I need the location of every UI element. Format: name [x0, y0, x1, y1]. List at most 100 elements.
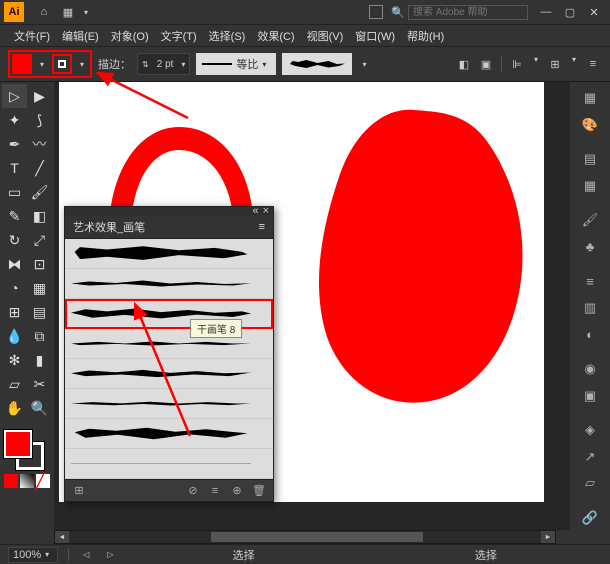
asset-export-panel-icon[interactable]: ↗ — [575, 444, 605, 469]
brushes-panel[interactable]: «× 艺术效果_画笔 ≡ 干画笔 8 ⊞ ⊘ ≡ ⊕ 🗑 — [64, 206, 274, 502]
opacity-icon[interactable]: ◧ — [455, 55, 473, 73]
brush-item[interactable] — [65, 359, 273, 389]
gradient-mode-icon[interactable] — [20, 474, 34, 488]
fill-swatch[interactable] — [12, 54, 32, 74]
rectangle-tool[interactable]: ▭ — [2, 180, 27, 204]
brush-item[interactable] — [65, 449, 273, 479]
stroke-label[interactable]: 描边： — [98, 56, 131, 72]
horizontal-scrollbar[interactable]: ◄ ► — [54, 530, 556, 544]
curvature-tool[interactable]: 〰 — [27, 132, 52, 156]
artboard-nav-next[interactable]: ▷ — [103, 550, 117, 559]
none-mode-icon[interactable]: ╱ — [36, 474, 50, 488]
style-icon[interactable]: ▣ — [477, 55, 495, 73]
stroke-profile-select[interactable]: 等比 ▾ — [196, 53, 276, 75]
stroke-width-input[interactable]: ⇅ 2 pt ▾ — [137, 53, 190, 75]
brush-item[interactable] — [65, 239, 273, 269]
panel-menu-icon[interactable]: ≡ — [259, 221, 265, 233]
chevron-down-icon[interactable]: ▾ — [80, 8, 92, 17]
menu-select[interactable]: 选择(S) — [203, 26, 252, 46]
properties-panel-icon[interactable]: ▦ — [575, 86, 605, 111]
brushes-panel-icon[interactable]: 🖌 — [575, 208, 605, 233]
library-panel-icon[interactable]: ▤ — [575, 147, 605, 172]
align-icon[interactable]: ⊫ — [508, 55, 526, 73]
mesh-tool[interactable]: ⊞ — [2, 300, 27, 324]
menu-edit[interactable]: 编辑(E) — [56, 26, 105, 46]
selection-tool[interactable]: ▷ — [2, 84, 27, 108]
maximize-button[interactable]: ▢ — [558, 2, 582, 22]
width-tool[interactable]: ⧓ — [2, 252, 27, 276]
artwork-blob[interactable] — [299, 102, 529, 412]
menu-help[interactable]: 帮助(H) — [401, 26, 450, 46]
brush-item[interactable] — [65, 389, 273, 419]
gradient-panel-icon[interactable]: ▥ — [575, 296, 605, 321]
home-icon[interactable]: ⌂ — [32, 2, 56, 22]
transparency-panel-icon[interactable]: ◐ — [575, 322, 605, 347]
pen-tool[interactable]: ✒ — [2, 132, 27, 156]
brush-item[interactable] — [65, 419, 273, 449]
slice-tool[interactable]: ✂ — [27, 372, 52, 396]
menu-type[interactable]: 文字(T) — [155, 26, 203, 46]
library-menu-icon[interactable]: ⊞ — [71, 483, 87, 499]
scale-tool[interactable]: ⤢ — [27, 228, 52, 252]
layers-panel-icon[interactable]: ◈ — [575, 418, 605, 443]
brush-options-icon[interactable]: ≡ — [207, 483, 223, 499]
scroll-left-button[interactable]: ◄ — [55, 531, 69, 543]
graph-tool[interactable]: ▮ — [27, 348, 52, 372]
blend-tool[interactable]: ⧉ — [27, 324, 52, 348]
menu-effect[interactable]: 效果(C) — [251, 26, 300, 46]
magic-wand-tool[interactable]: ✦ — [2, 108, 27, 132]
zoom-select[interactable]: 100%▾ — [8, 547, 58, 563]
menu-view[interactable]: 视图(V) — [301, 26, 350, 46]
type-tool[interactable]: T — [2, 156, 27, 180]
close-icon[interactable]: × — [263, 205, 269, 217]
symbol-sprayer-tool[interactable]: ✻ — [2, 348, 27, 372]
eyedropper-tool[interactable]: 💧 — [2, 324, 27, 348]
close-button[interactable]: ✕ — [582, 2, 606, 22]
color-mode-icon[interactable] — [4, 474, 18, 488]
artboard-tool[interactable]: ▱ — [2, 372, 27, 396]
chevron-down-icon[interactable]: ▾ — [76, 60, 88, 69]
stepper-icon[interactable]: ⇅ — [140, 60, 151, 69]
zoom-tool[interactable]: 🔍 — [27, 396, 52, 420]
scroll-right-button[interactable]: ► — [541, 531, 555, 543]
fill-box[interactable] — [4, 430, 32, 458]
doc-layout-icon[interactable]: ▦ — [56, 2, 80, 22]
free-transform-tool[interactable]: ⊡ — [27, 252, 52, 276]
scrollbar-thumb[interactable] — [211, 532, 423, 542]
chevron-down-icon[interactable]: ▾ — [179, 60, 187, 69]
artboard-nav-prev[interactable]: ◁ — [79, 550, 93, 559]
direct-selection-tool[interactable]: ▶ — [27, 84, 52, 108]
links-panel-icon[interactable]: 🔗 — [575, 505, 605, 530]
perspective-tool[interactable]: ▦ — [27, 276, 52, 300]
menu-file[interactable]: 文件(F) — [8, 26, 56, 46]
chevron-down-icon[interactable]: ▾ — [530, 55, 542, 73]
brush-definition-select[interactable] — [282, 53, 352, 75]
new-brush-icon[interactable]: ⊕ — [229, 483, 245, 499]
artboards-panel-icon[interactable]: ▱ — [575, 471, 605, 496]
chevron-down-icon[interactable]: ▾ — [36, 60, 48, 69]
line-tool[interactable]: ╱ — [27, 156, 52, 180]
shape-builder-tool[interactable]: ◔ — [2, 276, 27, 300]
stroke-swatch[interactable] — [52, 54, 72, 74]
fill-stroke-control[interactable] — [4, 430, 44, 470]
paintbrush-tool[interactable]: 🖌 — [27, 180, 52, 204]
graphic-styles-panel-icon[interactable]: ▣ — [575, 383, 605, 408]
hand-tool[interactable]: ✋ — [2, 396, 27, 420]
color-panel-icon[interactable]: 🎨 — [575, 113, 605, 138]
arrange-icon[interactable] — [369, 5, 383, 19]
chevron-down-icon[interactable]: ▾ — [358, 60, 370, 69]
shaper-tool[interactable]: ✎ — [2, 204, 27, 228]
delete-brush-icon[interactable]: 🗑 — [251, 483, 267, 499]
search-input[interactable] — [408, 5, 528, 20]
lasso-tool[interactable]: ⟆ — [27, 108, 52, 132]
gradient-tool[interactable]: ▤ — [27, 300, 52, 324]
remove-stroke-icon[interactable]: ⊘ — [185, 483, 201, 499]
eraser-tool[interactable]: ◧ — [27, 204, 52, 228]
symbols-panel-icon[interactable]: ♣ — [575, 235, 605, 260]
chevron-down-icon[interactable]: ▾ — [568, 55, 580, 73]
swatches-panel-icon[interactable]: ▦ — [575, 174, 605, 199]
menu-window[interactable]: 窗口(W) — [349, 26, 401, 46]
stroke-panel-icon[interactable]: ≡ — [575, 269, 605, 294]
appearance-panel-icon[interactable]: ◉ — [575, 357, 605, 382]
collapse-icon[interactable]: « — [252, 205, 258, 217]
